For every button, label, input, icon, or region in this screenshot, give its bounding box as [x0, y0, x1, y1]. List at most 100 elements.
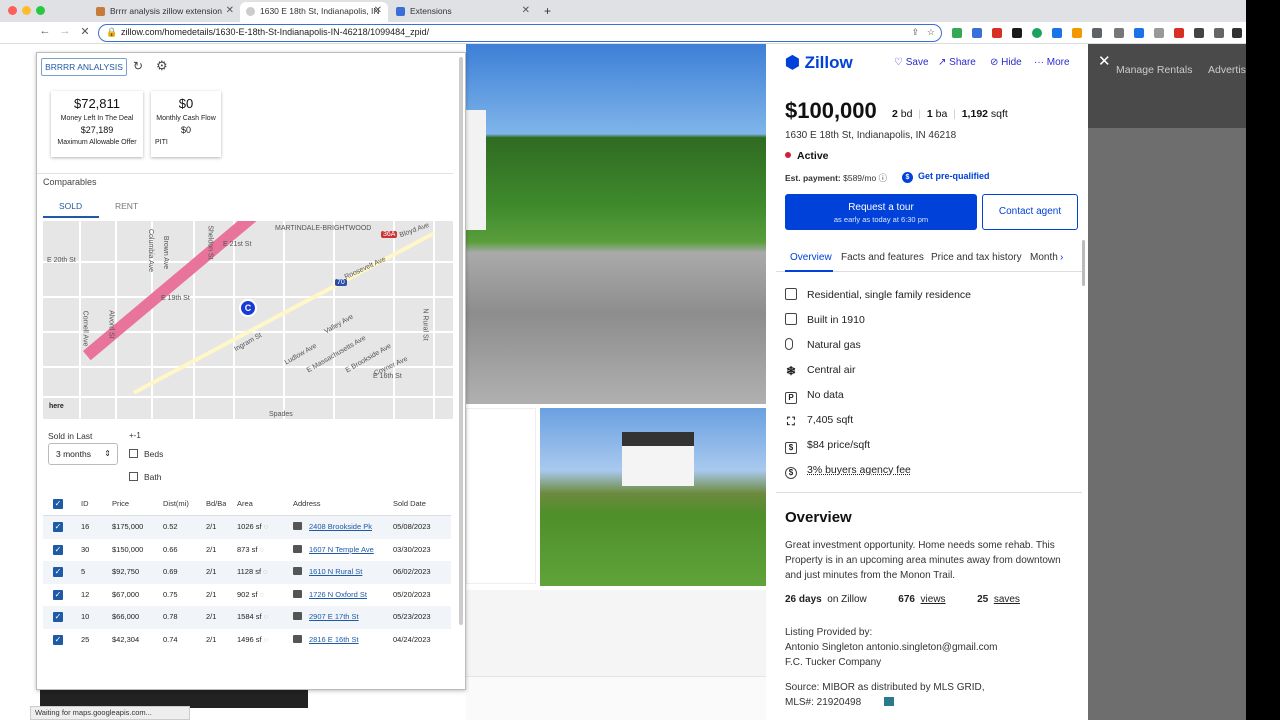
tab-rent[interactable]: RENT — [115, 201, 138, 211]
translate-extension-icon[interactable] — [1134, 28, 1144, 38]
listing-photo-main[interactable] — [466, 44, 766, 404]
row-checkbox[interactable]: ✓ — [53, 567, 63, 577]
brrrr-extension-panel: BRRRR ANLALYSIS ↻ ⚙ $72,811 Money Left I… — [36, 52, 466, 690]
image-icon[interactable] — [293, 612, 302, 620]
row-checkbox[interactable]: ✓ — [53, 589, 63, 600]
tab-overview[interactable]: Overview — [790, 252, 832, 263]
loading-spinner-icon: ◌ — [259, 544, 264, 554]
row-checkbox[interactable]: ✓ — [53, 612, 63, 622]
zillow-logo[interactable]: ⬢ Zillow — [785, 53, 853, 73]
tab-facts-features[interactable]: Facts and features — [841, 252, 924, 263]
comp-address-link[interactable]: 2907 E 17th St — [309, 612, 359, 621]
maximize-window-icon[interactable] — [36, 6, 45, 15]
extension-icon[interactable] — [1154, 28, 1164, 38]
table-row[interactable]: ✓ 5 $92,750 0.69 2/1 1128 sf ◌ 1610 N Rural St… — [43, 561, 451, 584]
back-icon[interactable]: ← — [38, 25, 52, 37]
scrollbar[interactable] — [1082, 240, 1085, 286]
parking-icon: P — [785, 392, 797, 404]
save-button[interactable]: ♡ Save — [894, 57, 929, 68]
active-tab-indicator — [43, 216, 99, 218]
fact-type: Residential, single family residence — [785, 287, 971, 303]
row-checkbox[interactable]: ✓ — [53, 522, 63, 532]
listing-address: 1630 E 18th St, Indianapolis, IN 46218 — [785, 130, 957, 141]
table-row[interactable]: ✓ 16 $175,000 0.52 2/1 1026 sf ◌ 2408 Brooksid… — [43, 516, 451, 539]
extension-icon[interactable] — [1052, 28, 1062, 38]
eyedropper-extension-icon[interactable] — [1114, 28, 1124, 38]
table-row[interactable]: ✓ 12 $67,000 0.75 2/1 902 sf ◌ 1726 N Oxford S… — [43, 584, 451, 607]
request-tour-button[interactable]: Request a tour as early as today at 6:30… — [785, 194, 977, 230]
image-icon[interactable] — [293, 634, 302, 643]
tab-sold[interactable]: SOLD — [59, 201, 82, 211]
comp-address-link[interactable]: 1726 N Oxford St — [309, 590, 367, 599]
gear-icon[interactable]: ⚙ — [156, 58, 168, 74]
share-button[interactable]: ↗ Share — [938, 57, 976, 68]
hide-button[interactable]: ⊘ Hide — [990, 57, 1022, 68]
tab-monthly[interactable]: Monthl — [1030, 252, 1058, 263]
comp-address-link[interactable]: 2408 Brookside Pk — [309, 522, 372, 531]
row-checkbox[interactable]: ✓ — [53, 634, 63, 645]
close-icon[interactable]: ✕ — [1098, 52, 1111, 70]
checkbox[interactable] — [129, 449, 138, 458]
comp-address-link[interactable]: 2816 E 16th St — [309, 635, 359, 644]
stop-loading-icon[interactable]: ✕ — [78, 25, 92, 38]
puzzle-icon[interactable] — [1194, 28, 1204, 38]
extension-icon[interactable] — [1012, 28, 1022, 38]
status-badge: Active — [785, 150, 829, 162]
close-tab-icon[interactable]: ✕ — [522, 2, 530, 20]
advertise-link[interactable]: Advertis — [1208, 64, 1246, 76]
extension-icon[interactable] — [1174, 28, 1184, 38]
table-row[interactable]: ✓ 30 $150,000 0.66 2/1 873 sf ◌ 1607 N Temple … — [43, 539, 451, 562]
more-button[interactable]: ··· More — [1034, 57, 1070, 68]
sidebar-icon[interactable] — [1232, 28, 1242, 38]
brrrr-analysis-button[interactable]: BRRRR ANLALYSIS — [41, 58, 127, 76]
get-prequalified-link[interactable]: $ Get pre-qualified — [902, 171, 990, 183]
thermometer-icon — [785, 338, 793, 350]
refresh-icon[interactable]: ↻ — [133, 59, 143, 73]
divider — [776, 492, 1082, 493]
tab-extensions[interactable]: Extensions ✕ — [390, 2, 536, 22]
cast-icon[interactable] — [1214, 28, 1224, 38]
extension-icon[interactable] — [1032, 28, 1042, 38]
image-icon[interactable] — [293, 522, 302, 530]
chevron-right-icon[interactable]: › — [1060, 252, 1063, 263]
drive-extension-icon[interactable] — [952, 28, 962, 38]
bath-checkbox[interactable]: Bath — [129, 472, 162, 482]
period-select[interactable]: 3 months ⇕ — [48, 443, 118, 465]
extension-icon[interactable] — [992, 28, 1002, 38]
forward-icon[interactable]: → — [58, 25, 72, 37]
close-window-icon[interactable] — [8, 6, 17, 15]
manage-rentals-link[interactable]: Manage Rentals — [1116, 64, 1192, 76]
word-extension-icon[interactable] — [972, 28, 982, 38]
checkbox[interactable] — [129, 472, 138, 481]
bookmark-star-icon[interactable]: ☆ — [927, 25, 935, 40]
comp-address-link[interactable]: 1607 N Temple Ave — [309, 545, 374, 554]
row-checkbox[interactable]: ✓ — [53, 544, 63, 555]
close-tab-icon[interactable]: ✕ — [226, 2, 234, 20]
tab-zillow-listing[interactable]: 1630 E 18th St, Indianapolis, IN ✕ — [240, 2, 388, 22]
tab-price-tax-history[interactable]: Price and tax history — [931, 252, 1022, 263]
tab-brrrr[interactable]: Brrrr analysis zillow extension ✕ — [90, 2, 240, 22]
contact-agent-button[interactable]: Contact agent — [982, 194, 1078, 230]
image-icon[interactable] — [293, 589, 302, 598]
image-icon[interactable] — [293, 567, 302, 575]
table-row[interactable]: ✓ 25 $42,304 0.74 2/1 1496 sf ◌ 2816 E 16th St… — [43, 629, 451, 652]
comp-address-link[interactable]: 1610 N Rural St — [309, 567, 362, 576]
share-page-icon[interactable]: ⇪ — [911, 25, 919, 40]
loading-spinner-icon: ◌ — [263, 612, 269, 621]
minimize-window-icon[interactable] — [22, 6, 31, 15]
close-tab-icon[interactable]: ✕ — [374, 2, 382, 20]
scrollbar[interactable] — [459, 57, 463, 625]
select-all-checkbox[interactable]: ✓ — [53, 499, 63, 509]
comparables-map[interactable]: MARTINDALE-BRIGHTWOOD E 20th St E 21st S… — [43, 221, 453, 419]
more-dots-icon: ··· — [1034, 57, 1047, 68]
beds-checkbox[interactable]: Beds — [129, 449, 163, 459]
loading-spinner-icon: ◌ — [259, 589, 264, 599]
pencil-extension-icon[interactable] — [1072, 28, 1082, 38]
table-row[interactable]: ✓ 10 $66,000 0.78 2/1 1584 sf ◌ 2907 E 17th St… — [43, 606, 451, 629]
address-bar[interactable]: 🔒 zillow.com/homedetails/1630-E-18th-St-… — [98, 24, 942, 42]
map-marker[interactable]: C — [239, 299, 257, 317]
info-icon[interactable]: ⓘ — [879, 173, 888, 183]
extension-icon[interactable] — [1092, 28, 1102, 38]
image-icon[interactable] — [293, 544, 302, 553]
new-tab-button[interactable]: + — [538, 2, 560, 22]
